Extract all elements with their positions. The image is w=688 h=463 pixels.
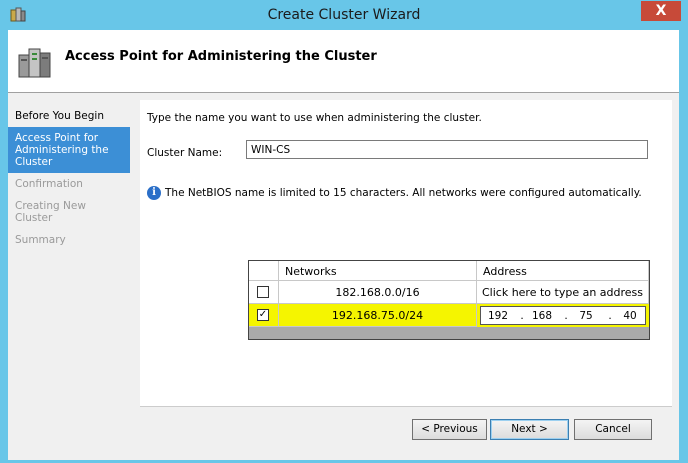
window-title: Create Cluster Wizard xyxy=(267,7,421,23)
footer-separator xyxy=(140,406,672,407)
cluster-servers-icon xyxy=(18,48,51,78)
network-row-checkbox[interactable] xyxy=(257,286,269,298)
wizard-header: Access Point for Administering the Clust… xyxy=(8,30,679,93)
previous-button[interactable]: < Previous xyxy=(412,419,487,440)
grid-header-networks-label: Networks xyxy=(285,265,337,278)
next-button[interactable]: Next > xyxy=(490,419,569,440)
grid-header-row: Networks Address xyxy=(249,261,649,281)
wizard-client-area: Access Point for Administering the Clust… xyxy=(8,30,679,460)
page-title: Access Point for Administering the Clust… xyxy=(65,49,377,64)
info-text: The NetBIOS name is limited to 15 charac… xyxy=(165,187,642,199)
network-row-checkbox[interactable]: ✓ xyxy=(257,309,269,321)
title-bar[interactable]: Create Cluster Wizard X xyxy=(0,0,688,30)
close-button[interactable]: X xyxy=(641,1,681,21)
cancel-button[interactable]: Cancel xyxy=(574,419,652,440)
network-subnet: 192.168.75.0/24 xyxy=(331,309,424,322)
wizard-steps-nav: Before You Begin Access Point for Admini… xyxy=(8,105,130,251)
ip-octet[interactable]: 168 xyxy=(529,310,555,322)
ip-octet[interactable]: 40 xyxy=(617,310,643,322)
network-row: ✓ 192.168.75.0/24 192 . 168 . 75 . 40 xyxy=(249,304,649,327)
ip-octet[interactable]: 75 xyxy=(573,310,599,322)
wizard-main-panel: Type the name you want to use when admin… xyxy=(140,100,672,406)
window-frame: Create Cluster Wizard X Access Point for… xyxy=(0,0,688,463)
grid-header-check-cell xyxy=(249,261,279,281)
nav-step-confirmation: Confirmation xyxy=(15,178,83,190)
networks-grid: Networks Address 182.168.0.0/16 Click he… xyxy=(248,260,650,340)
network-subnet: 182.168.0.0/16 xyxy=(335,286,420,299)
ip-octet[interactable]: 192 xyxy=(485,310,511,322)
info-icon: i xyxy=(147,186,161,200)
cluster-name-label: Cluster Name: xyxy=(147,147,223,159)
nav-step-access-point[interactable]: Access Point for Administering the Clust… xyxy=(8,127,130,173)
cluster-name-input[interactable] xyxy=(246,140,648,159)
nav-step-creating-cluster: Creating New Cluster xyxy=(15,200,86,224)
grid-header-address[interactable]: Address xyxy=(477,261,649,281)
address-placeholder[interactable]: Click here to type an address xyxy=(477,286,648,299)
nav-step-summary: Summary xyxy=(15,234,66,246)
nav-step-before-you-begin[interactable]: Before You Begin xyxy=(8,105,130,127)
instruction-text: Type the name you want to use when admin… xyxy=(147,112,482,124)
ip-address-input[interactable]: 192 . 168 . 75 . 40 xyxy=(480,306,646,325)
grid-header-address-label: Address xyxy=(483,265,527,278)
network-row: 182.168.0.0/16 Click here to type an add… xyxy=(249,281,649,304)
grid-header-networks[interactable]: Networks xyxy=(279,261,477,281)
